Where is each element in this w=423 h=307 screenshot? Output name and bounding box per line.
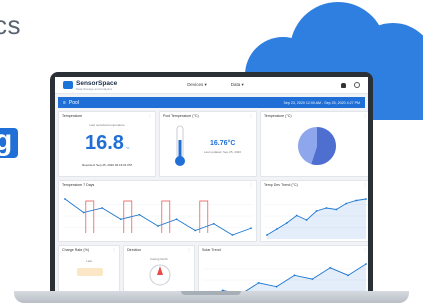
alarm-pulse (85, 200, 95, 233)
card-subtitle: Last (86, 259, 92, 263)
reported-text: Reported: Sep 25, 2020 02:19:01 PM (82, 163, 132, 167)
temperature-point (231, 234, 234, 236)
card-menu-icon[interactable]: ⋮ (249, 113, 253, 118)
date-range-picker[interactable]: Sep 23, 2020 12:00 AM - Sep 25, 2020 4:2… (283, 101, 360, 105)
card-menu-icon[interactable]: ⋮ (148, 113, 152, 118)
temperature-point (138, 213, 141, 216)
solar-point (347, 274, 350, 277)
solar-point (257, 281, 260, 284)
trend-point (345, 202, 348, 205)
card-title: Temp Dev Trend (°C) (264, 183, 298, 187)
temperature-point (250, 227, 252, 230)
temp-trend-card: Temp Dev Trend (°C) ⋮ (260, 180, 368, 242)
top-bar: SensorSpace Data Storage and Analytics D… (55, 77, 368, 94)
nav-devices[interactable]: Devices ▾ (187, 82, 207, 88)
trend-point (325, 207, 328, 209)
card-menu-icon[interactable]: ⋮ (187, 247, 191, 252)
page-header: ≡ Pool Sep 23, 2020 12:00 AM - Sep 25, 2… (58, 97, 365, 108)
charge-value-placeholder (77, 268, 103, 276)
card-subtitle: Facing North (150, 257, 168, 261)
main-nav: Devices ▾ Data ▾ (187, 82, 244, 88)
temperature-7-days-chart (63, 198, 253, 236)
card-menu-icon[interactable]: ⋮ (363, 182, 367, 187)
temp-trend-chart (265, 198, 368, 239)
hero-badge: g (0, 128, 18, 158)
card-menu-icon[interactable]: ⋮ (112, 247, 116, 252)
pie-chart (298, 127, 336, 165)
trend-point (355, 199, 357, 202)
bell-icon[interactable] (341, 82, 346, 88)
card-menu-icon[interactable]: ⋮ (363, 247, 367, 252)
temperature-point (82, 211, 85, 214)
temperature-point (119, 218, 122, 221)
trend-point (335, 208, 338, 211)
laptop-frame: SensorSpace Data Storage and Analytics D… (50, 72, 373, 296)
pool-temperature-card: Pool Temperature (°C) ⋮ 16.76°C Last upd… (159, 111, 257, 177)
logo-name: SensorSpace (76, 79, 118, 87)
trend-point (305, 219, 308, 221)
logo-icon (63, 81, 73, 89)
charge-rate-card: Charge Rate (%) ⋮ Last (58, 245, 120, 296)
user-icon[interactable] (354, 82, 360, 88)
page-title: Pool (68, 99, 79, 106)
temperature-value: 16.8 (85, 132, 124, 154)
card-title: Temperature 7 Days (62, 183, 95, 187)
top-icons (341, 82, 360, 88)
compass-icon (149, 264, 171, 286)
last-updated-text: Last updated: Sep 25, 2020 (204, 150, 241, 154)
solar-trend-card: Solar Trend ⋮ (198, 245, 368, 296)
solar-point (365, 263, 367, 265)
trend-point (266, 234, 268, 236)
card-title: Pool Temperature (°C) (163, 114, 199, 118)
temperature-card: Temperature ⋮ Last recorded temperature … (58, 111, 156, 177)
marketing-screenshot: cs g SensorSpace Data Storage and Analyt… (0, 0, 423, 307)
temperature-pie-card: Temperature (°C) ⋮ (260, 111, 368, 177)
temperature-7-days-card: Temperature 7 Days ⋮ (58, 180, 257, 242)
temperature-point (175, 218, 178, 221)
thermometer-icon (175, 125, 185, 166)
card-title: Charge Rate (%) (62, 248, 89, 252)
temperature-point (212, 222, 215, 225)
card-title: Direction (127, 248, 142, 252)
pool-temperature-value: 16.76°C (210, 140, 236, 147)
card-title: Solar Trend (202, 248, 221, 252)
alarm-pulse (161, 200, 171, 233)
trend-point (315, 210, 318, 212)
solar-point (329, 266, 332, 269)
card-title: Temperature (°C) (264, 114, 292, 118)
direction-card: Direction ⋮ Facing North (123, 245, 195, 296)
trend-point (276, 228, 278, 230)
menu-icon[interactable]: ≡ (63, 100, 66, 106)
temperature-point (64, 198, 66, 200)
laptop-notch (181, 291, 241, 295)
temperature-unit: °C (126, 146, 130, 150)
solar-point (275, 285, 278, 288)
temperature-point (157, 225, 159, 227)
logo[interactable]: SensorSpace Data Storage and Analytics (63, 80, 117, 91)
dashboard-grid: Temperature ⋮ Last recorded temperature … (58, 111, 368, 296)
card-menu-icon[interactable]: ⋮ (363, 113, 367, 118)
solar-point (293, 274, 296, 277)
card-title: Temperature (62, 114, 83, 118)
temperature-point (194, 229, 197, 232)
trend-point (365, 198, 367, 200)
solar-point (311, 278, 314, 281)
series-area (267, 199, 366, 239)
trend-point (295, 214, 298, 217)
trend-point (285, 222, 288, 224)
card-subtitle: Last recorded temperature (89, 123, 125, 127)
hero-text: cs (0, 10, 21, 40)
dashboard-screen: SensorSpace Data Storage and Analytics D… (55, 77, 368, 296)
card-menu-icon[interactable]: ⋮ (249, 182, 253, 187)
nav-data[interactable]: Data ▾ (231, 82, 244, 88)
logo-tagline: Data Storage and Analytics (76, 86, 113, 91)
temperature-point (101, 207, 104, 209)
